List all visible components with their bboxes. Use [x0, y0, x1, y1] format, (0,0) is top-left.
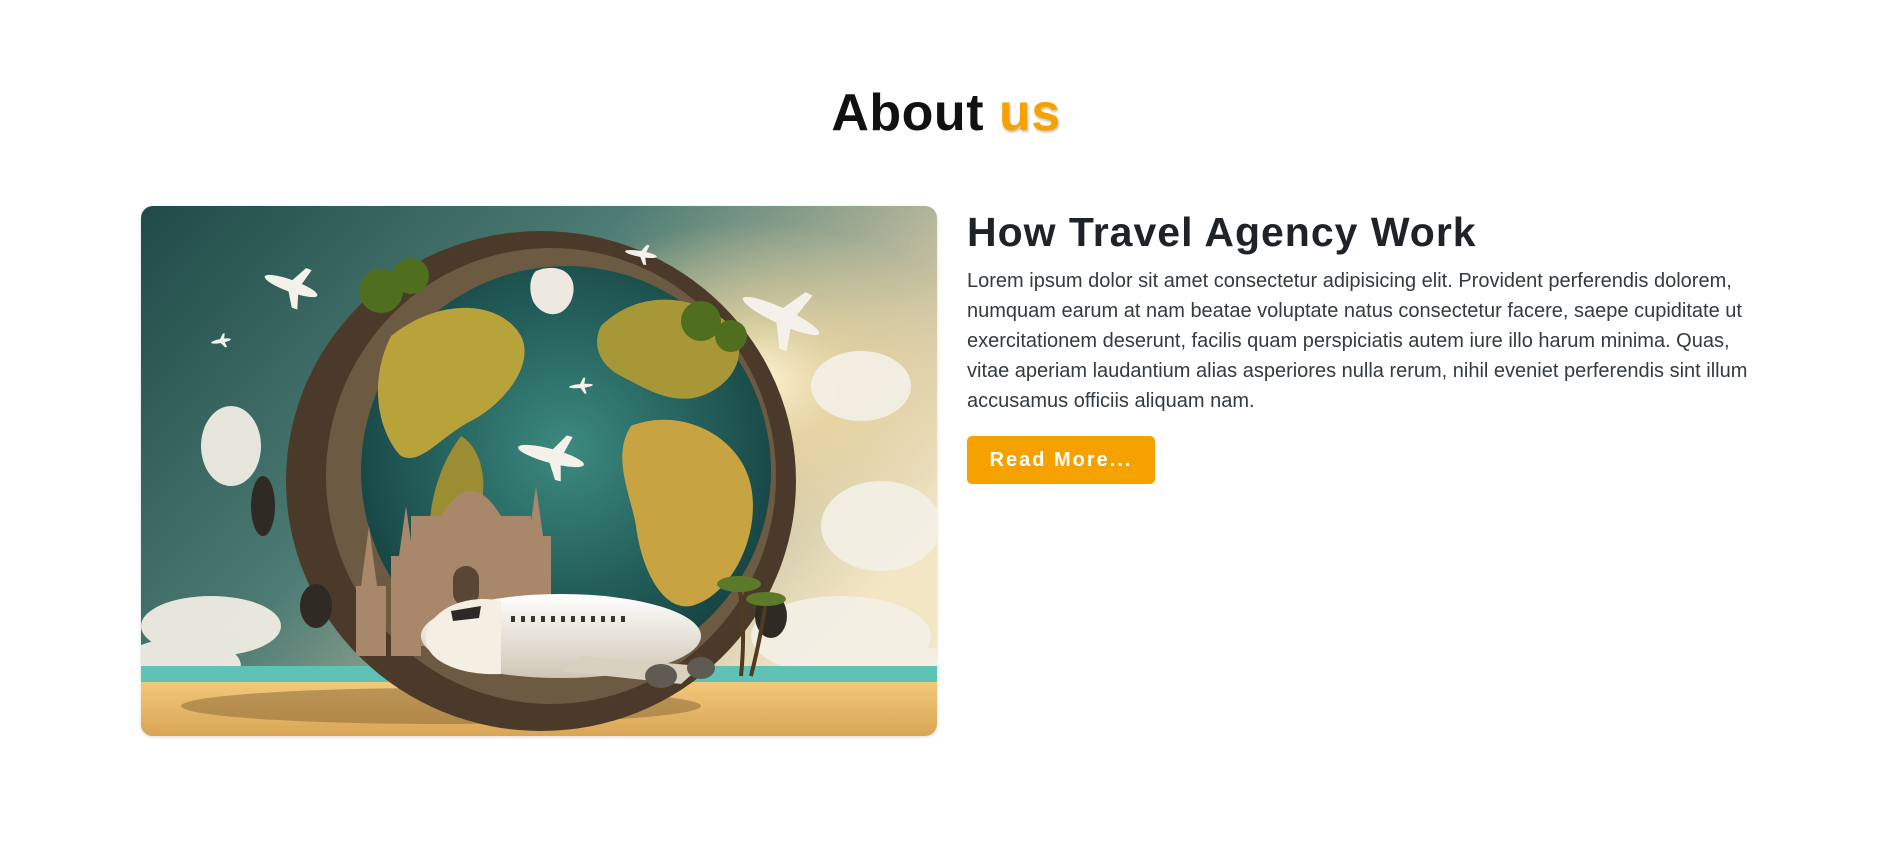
about-heading: How Travel Agency Work — [967, 209, 1477, 255]
about-paragraph: Lorem ipsum dolor sit amet consectetur a… — [967, 270, 1748, 412]
read-more-button[interactable]: Read More... — [967, 436, 1155, 484]
about-content: How Travel Agency Work Lorem ipsum dolor… — [967, 206, 1767, 484]
about-section: About us How Travel Agency Work Lorem ip… — [0, 0, 1892, 864]
section-title-accent: us — [998, 83, 1061, 142]
globe-travel-illustration — [141, 206, 937, 736]
section-title: About us — [0, 83, 1892, 143]
section-title-main: About — [831, 83, 985, 142]
about-image — [141, 206, 937, 736]
